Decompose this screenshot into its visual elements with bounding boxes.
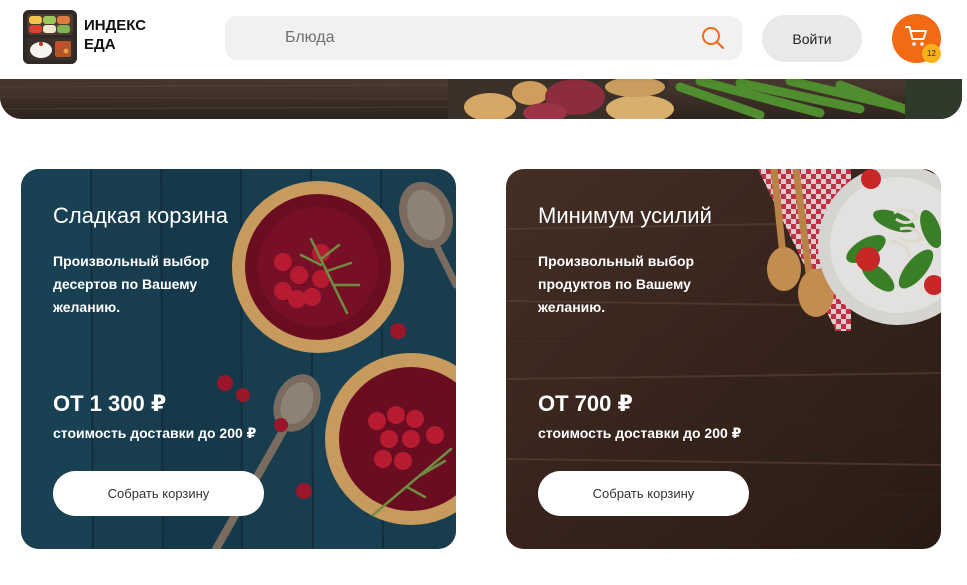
card-description: Произвольный выбор десертов по Вашему же… (53, 253, 210, 315)
product-card-sweet[interactable]: Сладкая корзина Произвольный выбор десер… (21, 169, 456, 549)
card-price: ОТ 700 ₽ (538, 391, 633, 416)
search-icon[interactable] (700, 25, 726, 51)
card-content: Сладкая корзина Произвольный выбор десер… (21, 169, 456, 549)
build-basket-button[interactable]: Собрать корзину (538, 471, 749, 516)
cart-count-badge: 12 (922, 44, 941, 63)
logo-image[interactable] (23, 10, 77, 64)
card-content: Минимум усилий Произвольный выбор продук… (506, 169, 941, 549)
build-basket-button[interactable]: Собрать корзину (53, 471, 264, 516)
product-card-minimum-effort[interactable]: Минимум усилий Произвольный выбор продук… (506, 169, 941, 549)
card-price: ОТ 1 300 ₽ (53, 391, 167, 416)
login-button[interactable]: Войти (762, 15, 862, 62)
card-delivery-cost: стоимость доставки до 200 ₽ (538, 425, 742, 441)
card-title: Минимум усилий (538, 203, 712, 228)
card-description: Произвольный выбор продуктов по Вашему ж… (538, 253, 695, 315)
card-delivery-cost: стоимость доставки до 200 ₽ (53, 425, 257, 441)
logo-line1: ИНДЕКС (84, 17, 147, 34)
logo-text[interactable]: ИНДЕКС ЕДА (84, 16, 194, 54)
hero-banner-image (0, 79, 962, 119)
search-bar (225, 16, 742, 60)
card-title: Сладкая корзина (53, 203, 229, 228)
logo-line2: ЕДА (84, 36, 116, 53)
site-header: ИНДЕКС ЕДА Войти 12 (0, 0, 967, 79)
search-input[interactable] (265, 16, 685, 60)
